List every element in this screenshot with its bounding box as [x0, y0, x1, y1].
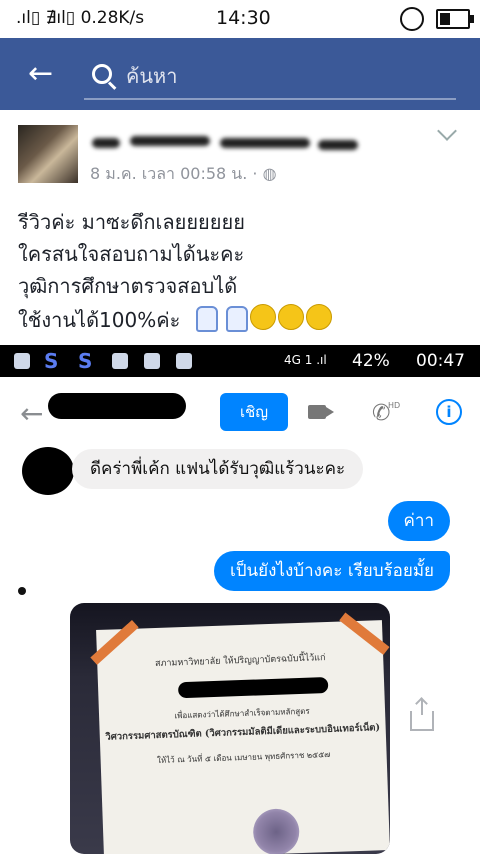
post-text-line: ใช้งานได้100%ค่ะ — [18, 308, 181, 332]
battery-percent: 42% — [352, 351, 390, 371]
screenshot-time: 00:47 — [416, 351, 465, 371]
hd-label: HD — [388, 401, 401, 410]
network-indicator: 4G 1 .ıl — [284, 353, 327, 367]
post-timestamp: 8 ม.ค. เวลา 00:58 น. · ◍ — [90, 164, 277, 183]
shop-icon — [176, 353, 192, 369]
grin-emoji-icon — [278, 304, 304, 330]
seen-indicator — [18, 587, 26, 595]
info-icon: i — [436, 399, 462, 425]
signal-indicators: .ıl▯ ∄ıl▯ 0.28K/s — [16, 8, 145, 28]
redacted-name — [177, 677, 329, 699]
video-call-icon — [308, 405, 326, 419]
messenger-header: ← เชิญ ✆ HD i — [0, 377, 480, 447]
invite-button: เชิญ — [220, 393, 288, 431]
attached-screenshot[interactable]: S S 4G 1 .ıl 42% 00:47 ← เชิญ ✆ HD i ดีค… — [0, 345, 480, 854]
outgoing-message: ค่าา — [387, 501, 450, 541]
post-text-line: วุฒิการศึกษาตรวจสอบได้ — [18, 274, 238, 298]
status-bar: .ıl▯ ∄ıl▯ 0.28K/s 14:30 — [0, 0, 480, 38]
tongue-emoji-icon — [306, 304, 332, 330]
contact-name-redacted — [48, 393, 186, 419]
skype-icon: S — [78, 349, 93, 373]
search-underline — [84, 98, 456, 100]
certificate: สภามหาวิทยาลัย ให้ปริญญาบัตรฉบับนี้ไว้แก… — [90, 612, 390, 854]
battery-icon — [436, 9, 474, 29]
chevron-down-icon[interactable] — [437, 121, 457, 141]
skype-icon: S — [44, 349, 59, 373]
contact-avatar — [22, 447, 74, 495]
post-text-line: รีวิวค่ะ มาซะดึกเลยยยยยย — [18, 210, 245, 234]
alarm-icon — [400, 7, 424, 31]
image-icon — [144, 353, 160, 369]
post-text-line: ใครสนใจสอบถามได้นะคะ — [18, 242, 245, 266]
certificate-text: สภามหาวิทยาลัย ให้ปริญญาบัตรฉบับนี้ไว้แก… — [154, 653, 326, 670]
back-arrow-icon[interactable]: ← — [28, 59, 53, 89]
back-arrow-icon: ← — [20, 397, 44, 430]
search-input[interactable] — [126, 62, 446, 90]
globe-icon: ◍ — [262, 164, 277, 183]
facebook-icon — [14, 353, 30, 369]
smile-emoji-icon — [250, 304, 276, 330]
seal-stamp — [252, 808, 301, 854]
incoming-message: ดีคร่าพี่เค้ก แฟนได้รับวุฒิแร้วนะคะ — [72, 449, 364, 489]
certificate-degree: วิศวกรรมศาสตรบัณฑิต (วิศวกรรมมัลติมีเดีย… — [105, 722, 381, 743]
network-speed: 0.28K/s — [80, 8, 145, 28]
screenshot-status-bar: S S 4G 1 .ıl 42% 00:47 — [0, 345, 480, 377]
certificate-photo: สภามหาวิทยาลัย ให้ปริญญาบัตรฉบับนี้ไว้แก… — [70, 603, 390, 854]
certificate-text: ให้ไว้ ณ วันที่ ๕ เดือน เมษายน พุทธศักรา… — [156, 749, 331, 766]
hand-emoji-icon — [226, 306, 248, 332]
share-icon — [410, 699, 434, 731]
search-icon[interactable] — [92, 64, 112, 84]
app-header: ← — [0, 38, 480, 110]
hand-emoji-icon — [196, 306, 218, 332]
status-time: 14:30 — [216, 7, 271, 29]
outgoing-message: เป็นยังไงบ้างคะ เรียบร้อยมั้ย — [213, 551, 450, 591]
author-avatar[interactable] — [18, 125, 78, 183]
chat-icon — [112, 353, 128, 369]
author-name-redacted[interactable] — [92, 130, 362, 156]
